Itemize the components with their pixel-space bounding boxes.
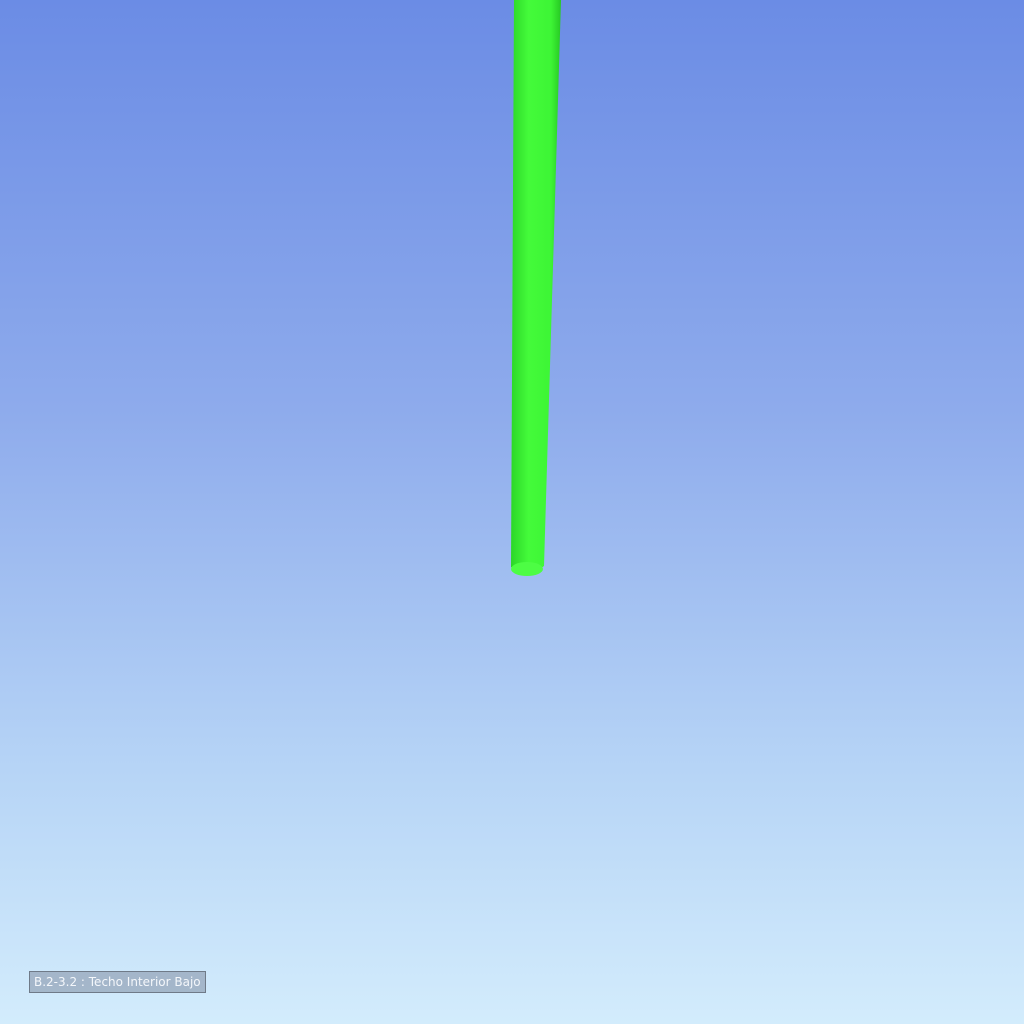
scene-canvas[interactable] (0, 0, 1024, 1024)
rod-end-cap (511, 562, 543, 576)
green-rod-object[interactable] (511, 0, 561, 574)
3d-viewport[interactable]: B.2-3.2 : Techo Interior Bajo (0, 0, 1024, 1024)
selected-object-label: B.2-3.2 : Techo Interior Bajo (29, 971, 206, 993)
